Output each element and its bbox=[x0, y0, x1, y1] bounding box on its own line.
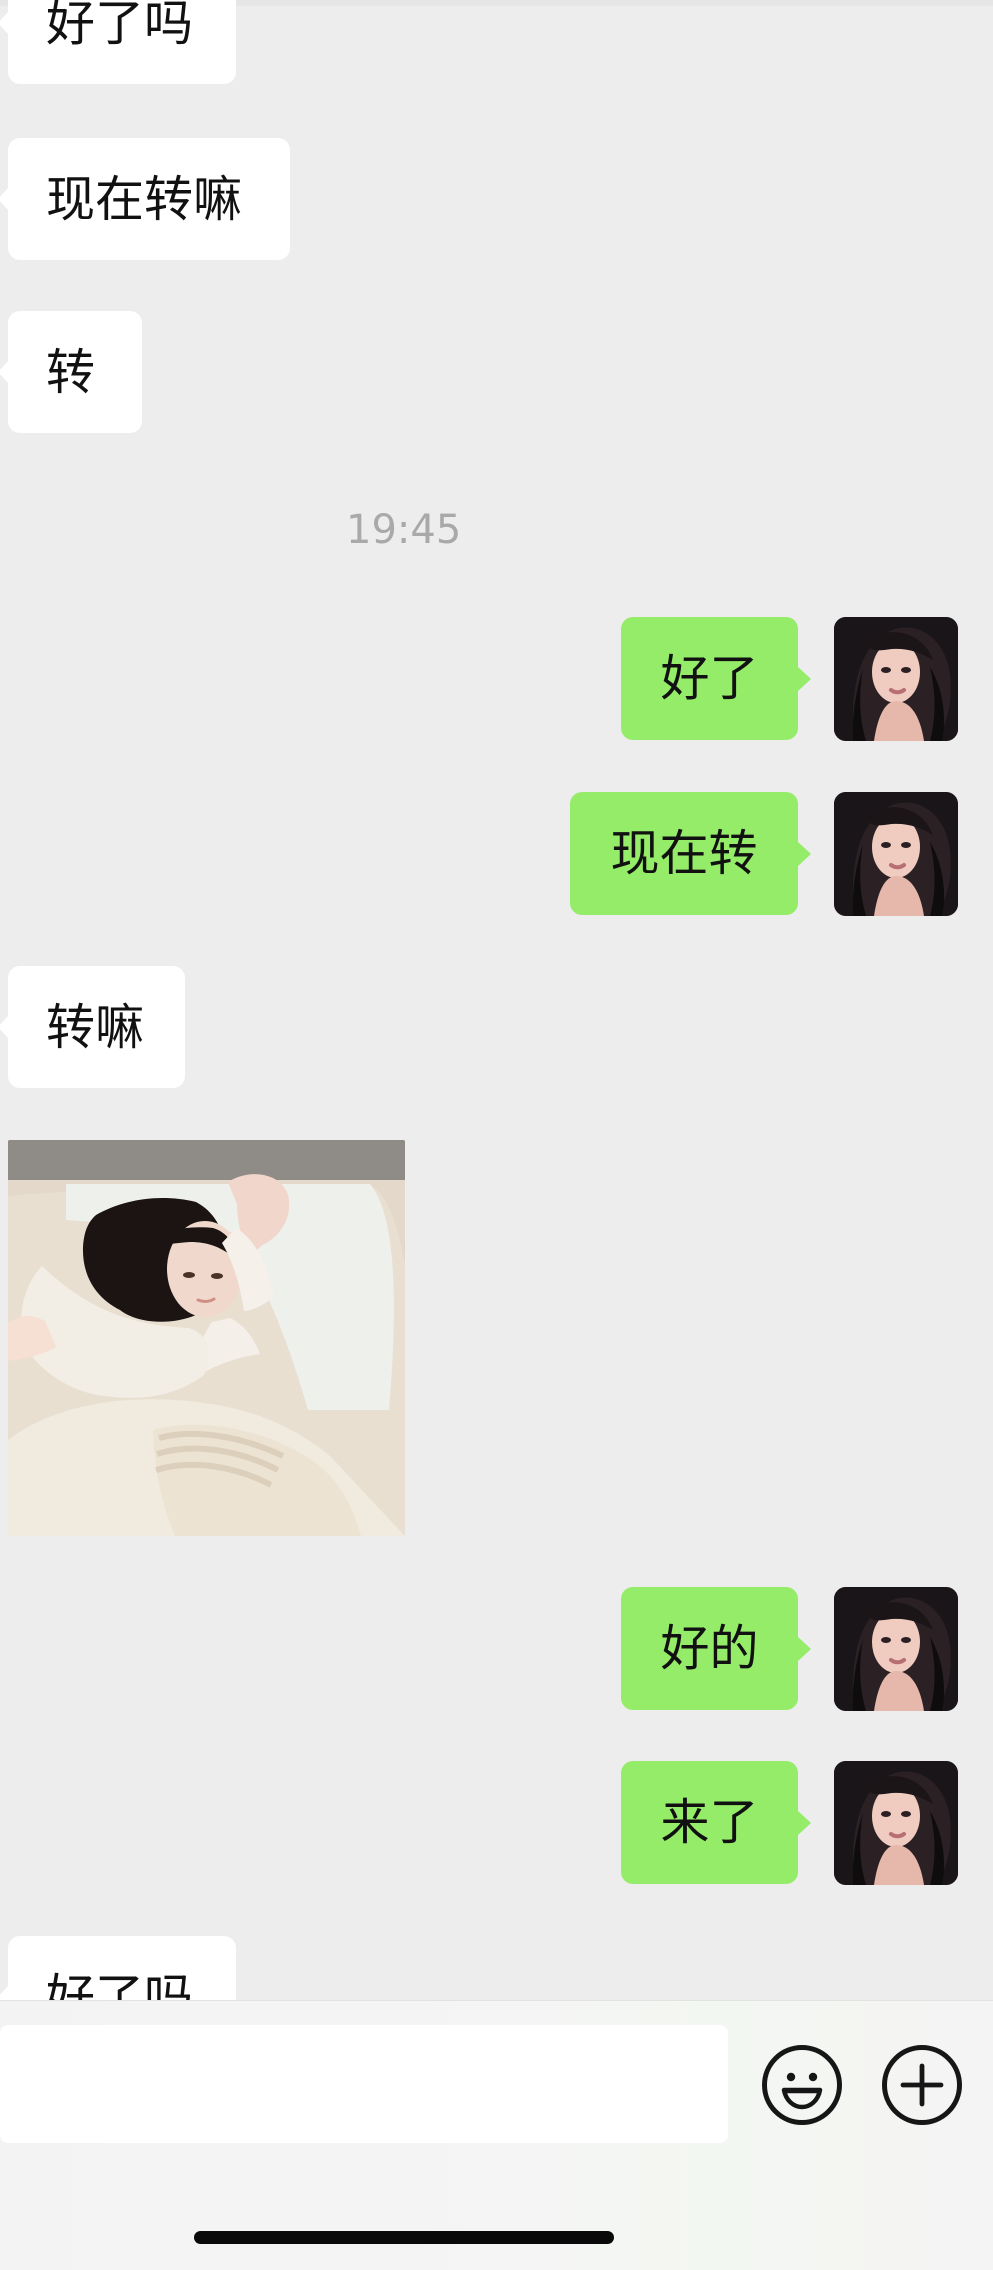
message-list[interactable]: 好了吗 现在转嘛 转 19:45 好了 现在转 转嘛 好的 来了 好了吗 bbox=[0, 0, 993, 2000]
user-avatar[interactable] bbox=[834, 1587, 958, 1711]
message-text: 好了吗 bbox=[46, 1968, 194, 2001]
message-text: 转 bbox=[46, 343, 96, 401]
message-text: 来了 bbox=[660, 1794, 759, 1851]
message-text: 好的 bbox=[660, 1620, 759, 1677]
outgoing-message[interactable]: 好了 bbox=[621, 617, 811, 740]
incoming-message[interactable]: 转 bbox=[0, 311, 142, 433]
incoming-message[interactable]: 现在转嘛 bbox=[0, 138, 290, 260]
outgoing-message[interactable]: 现在转 bbox=[570, 792, 811, 915]
plus-icon bbox=[900, 2063, 944, 2107]
message-timestamp: 19:45 bbox=[346, 507, 462, 553]
message-text: 现在转 bbox=[610, 825, 758, 882]
message-text: 现在转嘛 bbox=[46, 170, 243, 228]
user-avatar[interactable] bbox=[834, 792, 958, 916]
incoming-message[interactable]: 转嘛 bbox=[0, 966, 185, 1088]
message-text: 转嘛 bbox=[46, 998, 145, 1056]
user-avatar[interactable] bbox=[834, 1761, 958, 1885]
chat-screen: 好了吗 现在转嘛 转 19:45 好了 现在转 转嘛 好的 来了 好了吗 bbox=[0, 0, 993, 2270]
message-input-box[interactable] bbox=[0, 2025, 728, 2143]
message-text: 好了 bbox=[660, 650, 759, 707]
emoji-icon bbox=[781, 2072, 823, 2110]
emoji-button[interactable] bbox=[762, 2045, 842, 2125]
user-avatar[interactable] bbox=[834, 617, 958, 741]
chat-photo[interactable] bbox=[8, 1140, 405, 1536]
message-input[interactable] bbox=[28, 2057, 700, 2111]
message-text: 好了吗 bbox=[46, 0, 194, 52]
plus-button[interactable] bbox=[882, 2045, 962, 2125]
incoming-message[interactable]: 好了吗 bbox=[0, 1936, 236, 2001]
incoming-message[interactable]: 好了吗 bbox=[0, 0, 236, 84]
outgoing-message[interactable]: 来了 bbox=[621, 1761, 811, 1884]
home-indicator bbox=[194, 2231, 614, 2244]
outgoing-message[interactable]: 好的 bbox=[621, 1587, 811, 1710]
